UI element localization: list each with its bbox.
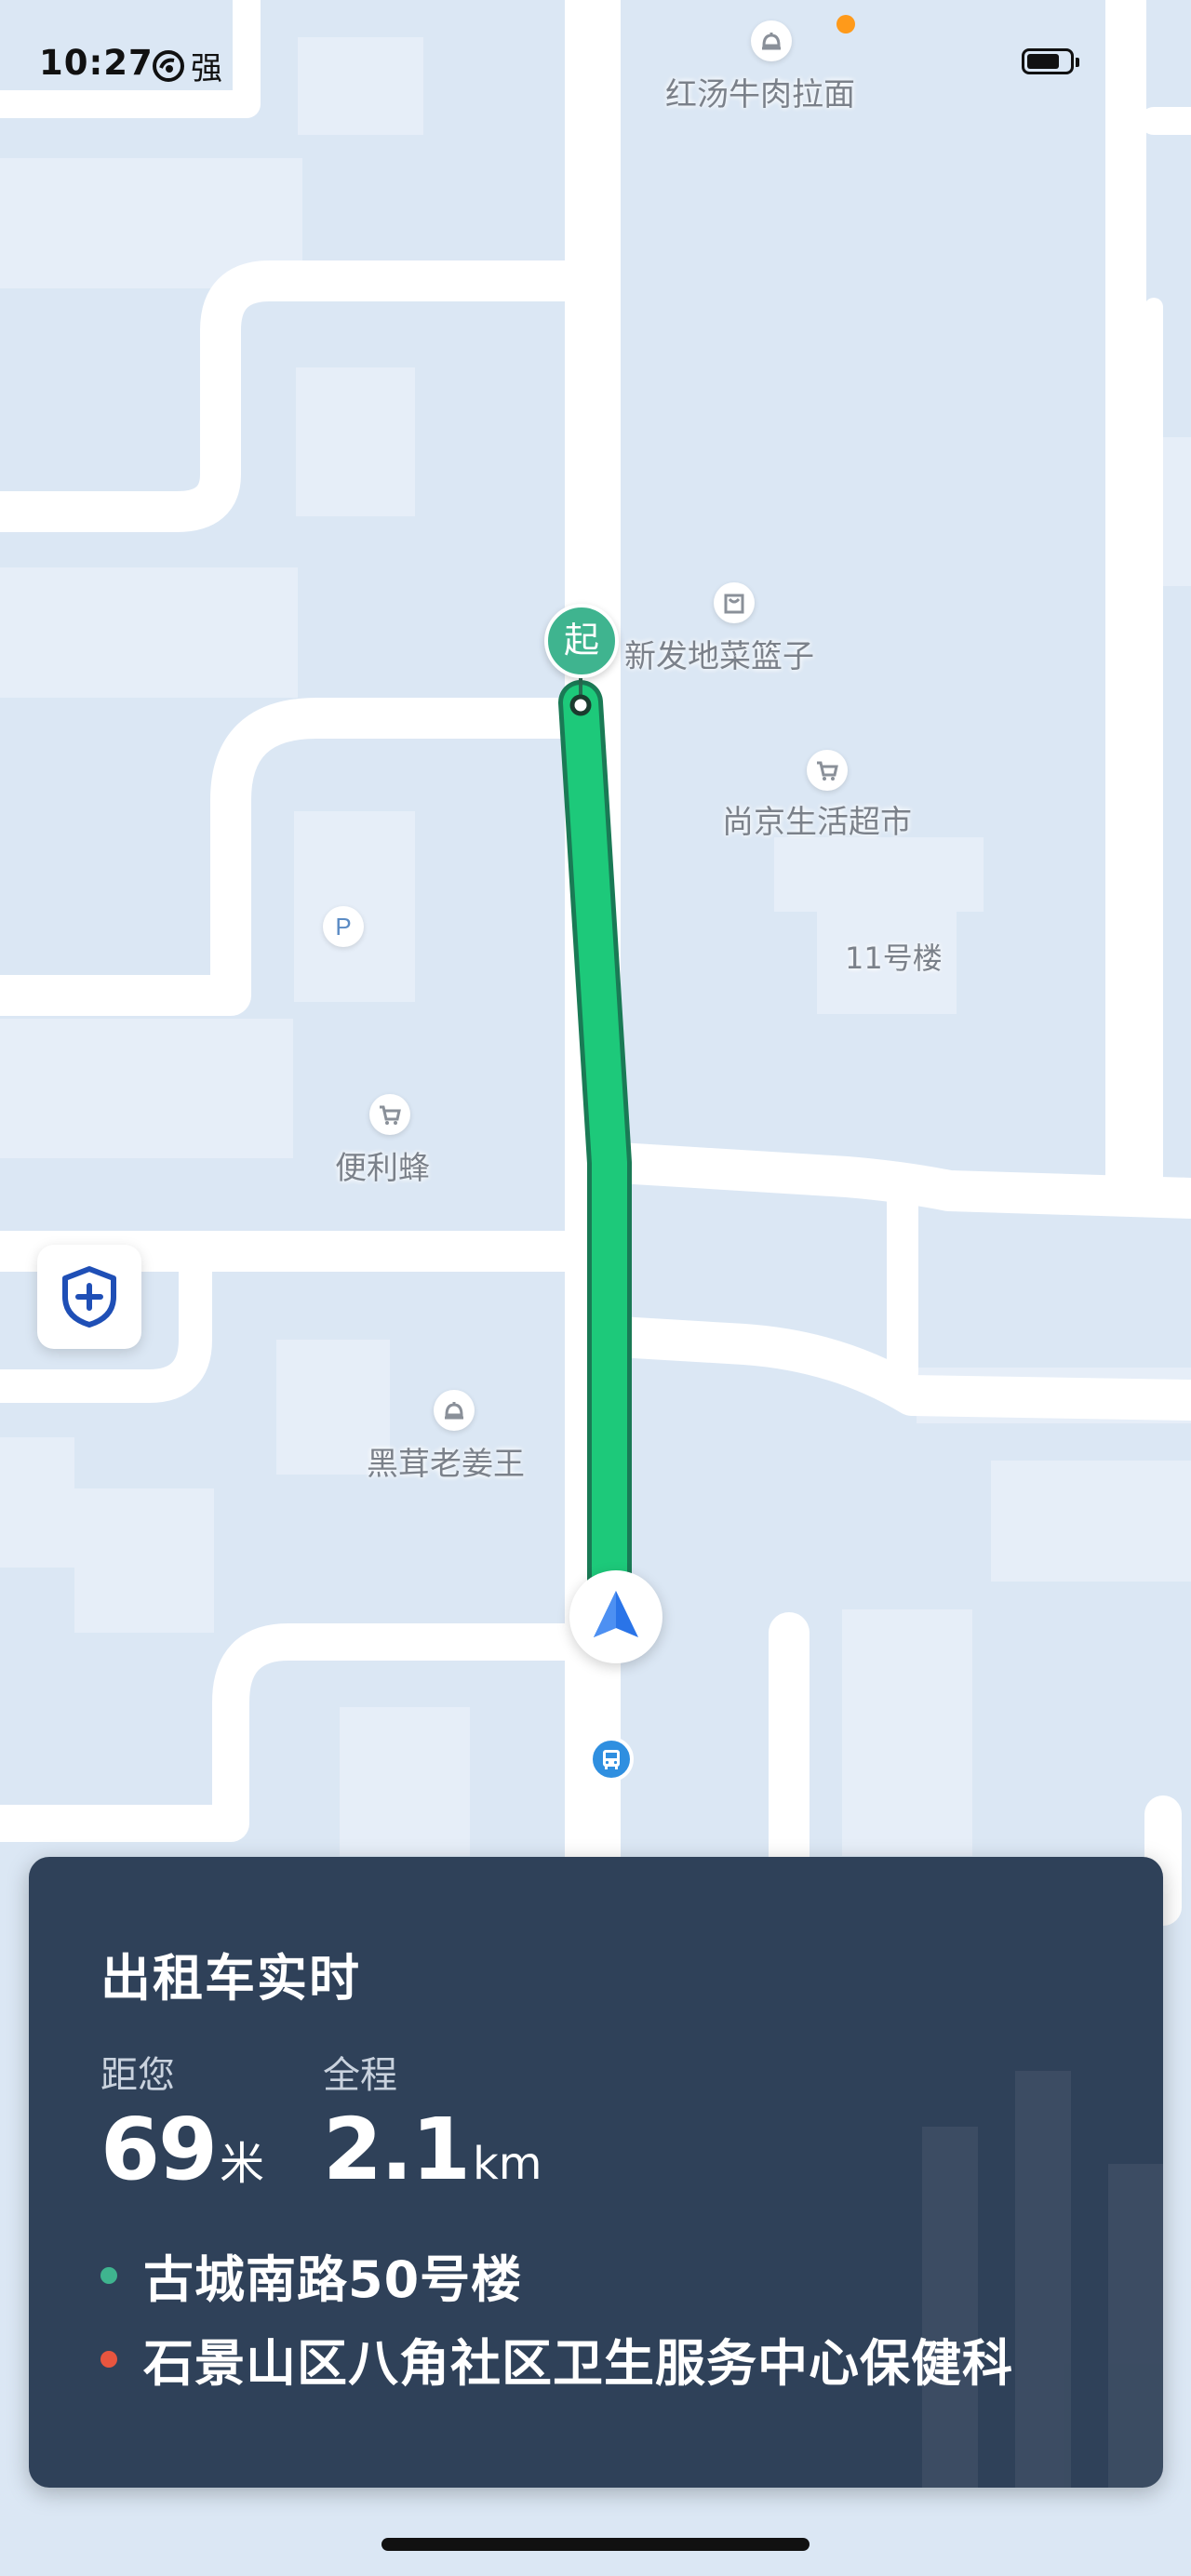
recording-indicator-dot [836, 15, 855, 33]
bus-icon[interactable] [589, 1737, 634, 1782]
distance-value-group: 69米 [100, 2099, 264, 2215]
battery-icon [1022, 48, 1079, 74]
restaurant-icon[interactable] [751, 20, 792, 61]
poi-label[interactable]: 新发地菜篮子 [624, 631, 814, 676]
distance-value: 69 [100, 2100, 218, 2199]
shield-plus-icon [62, 1266, 116, 1328]
carrier-indicator: 强 [152, 43, 222, 88]
poi-label[interactable]: 红汤牛肉拉面 [665, 69, 855, 114]
status-time: 10:27 [39, 43, 154, 83]
poi-label[interactable]: 便利蜂 [335, 1142, 430, 1188]
poi-label[interactable]: 黑茸老姜王 [367, 1438, 525, 1484]
total-distance-value: 2.1 [323, 2100, 471, 2199]
total-distance-label: 全程 [323, 2054, 397, 2097]
shopping-cart-icon[interactable] [807, 750, 848, 791]
destination-address: 石景山区八角社区卫生服务中心保健科 [143, 2334, 1013, 2393]
poi-label[interactable]: 尚京生活超市 [722, 796, 912, 842]
carrier-label: 强 [191, 50, 222, 87]
poi-label[interactable]: 11号楼 [845, 935, 943, 978]
total-distance-unit: km [472, 2138, 542, 2190]
origin-row: 古城南路50号楼 [100, 2238, 522, 2312]
origin-address: 古城南路50号楼 [143, 2250, 523, 2309]
origin-dot [100, 2266, 117, 2284]
navigation-arrow-icon[interactable] [569, 1570, 662, 1663]
parking-label: P [335, 913, 351, 941]
shopping-bag-icon[interactable] [714, 582, 755, 623]
distance-label: 距您 [100, 2054, 175, 2097]
parking-icon[interactable]: P [323, 906, 364, 947]
destination-row: 石景山区八角社区卫生服务中心保健科 [100, 2322, 1013, 2396]
destination-dot [100, 2350, 117, 2368]
shopping-cart-icon[interactable] [369, 1094, 410, 1135]
panel-watermark-graphic [922, 2071, 1163, 2488]
panel-title: 出租车实时 [100, 1949, 361, 2008]
signal-icon [153, 49, 184, 82]
status-bar: 10:27 强 [0, 0, 1191, 130]
distance-unit: 米 [220, 2138, 265, 2190]
restaurant-icon[interactable] [434, 1390, 475, 1431]
total-distance-group: 2.1km [323, 2099, 542, 2215]
safety-center-button[interactable] [37, 1245, 141, 1349]
taxi-info-panel[interactable]: 出租车实时 距您 69米 全程 2.1km 古城南路50号楼 石景山区八角社区卫… [29, 1857, 1163, 2488]
start-marker[interactable]: 起 [544, 604, 619, 678]
home-indicator[interactable] [381, 2538, 810, 2551]
